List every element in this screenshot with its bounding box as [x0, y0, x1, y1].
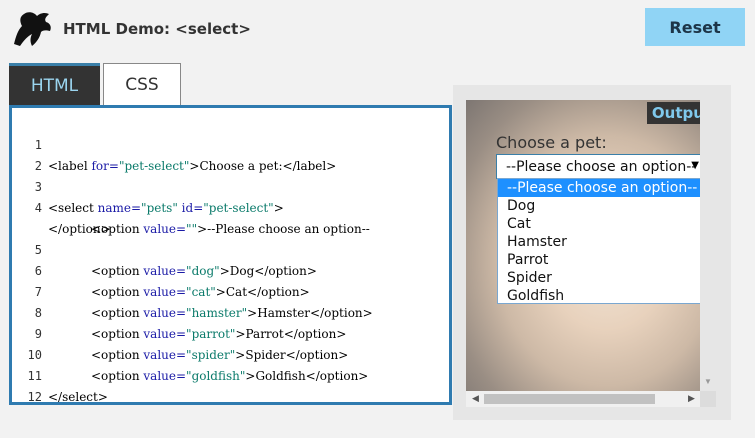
code-line: 3 <select name="pets" id="pet-select"> [12, 156, 449, 215]
code-line: 11 </select> [12, 345, 449, 402]
code-line: 8 <option value="parrot">Parrot</option> [12, 282, 449, 341]
tab-html[interactable]: HTML [9, 63, 100, 105]
code-line: 9 <option value="spider">Spider</option> [12, 303, 449, 362]
playground: HTML Demo: <select> Reset HTML CSS 1 <la… [0, 0, 755, 438]
vertical-scrollbar[interactable] [700, 100, 716, 392]
code-line: 1 <label for="pet-select">Choose a pet:<… [12, 114, 449, 173]
tab-css[interactable]: CSS [103, 63, 181, 105]
reset-button[interactable]: Reset [645, 8, 745, 46]
pet-option[interactable]: Hamster [498, 233, 707, 251]
pet-option[interactable]: --Please choose an option-- [498, 179, 707, 197]
pet-option[interactable]: Cat [498, 215, 707, 233]
code-line: 10 <option value="goldfish">Goldfish</op… [12, 324, 449, 383]
pet-select-value: --Please choose an option-- [506, 158, 697, 175]
scroll-right-icon[interactable]: ▶ [688, 393, 695, 404]
scroll-down-icon[interactable]: ▼ [704, 377, 712, 386]
pet-option[interactable]: Dog [498, 197, 707, 215]
scroll-corner [700, 391, 716, 407]
code-line: 5 <option value="dog">Dog</option> [12, 219, 449, 278]
pet-option[interactable]: Goldfish [498, 287, 707, 305]
pet-label: Choose a pet: [496, 133, 607, 152]
code-line: 12 [12, 366, 449, 402]
code-line: 7 <option value="hamster">Hamster</optio… [12, 261, 449, 320]
code-editor[interactable]: 1 <label for="pet-select">Choose a pet:<… [9, 105, 452, 405]
pet-option[interactable]: Parrot [498, 251, 707, 269]
code-line: 4 <option value="">--Please choose an op… [12, 177, 449, 236]
dropdown-arrow-icon: ▼ [691, 160, 699, 171]
code-line: </option> [48, 222, 111, 236]
pet-select[interactable]: --Please choose an option-- ▼ [496, 154, 710, 179]
scroll-left-icon[interactable]: ◀ [472, 393, 479, 404]
line-number: 12 [27, 390, 42, 404]
code-line: 6 <option value="cat">Cat</option> [12, 240, 449, 299]
code-line: 2 [12, 135, 449, 173]
pet-select-dropdown: --Please choose an option-- Dog Cat Hams… [497, 178, 708, 304]
pet-option[interactable]: Spider [498, 269, 707, 287]
page-title: HTML Demo: <select> [63, 20, 251, 38]
dino-logo-icon [14, 12, 51, 46]
horizontal-scroll-thumb[interactable] [484, 394, 655, 404]
